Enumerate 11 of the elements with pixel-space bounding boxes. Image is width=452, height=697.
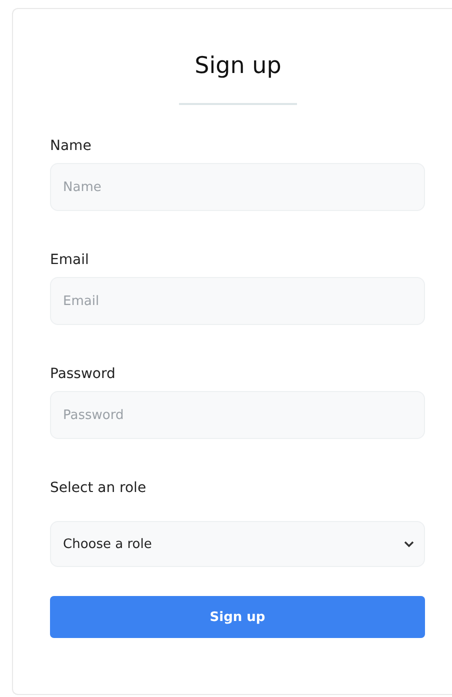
input-field[interactable]: Name [50,163,425,211]
field-label: Name [50,137,92,155]
input-field[interactable]: Password [50,391,425,439]
field-label: Password [50,365,116,383]
chevron-down-icon [404,540,414,548]
role-select[interactable]: Choose a role [50,521,425,567]
form-title: Sign up [194,52,282,81]
field-label: Email [50,251,89,269]
signup-button[interactable]: Sign up [50,596,425,638]
field-label: Select an role [50,479,146,497]
input-field[interactable]: Email [50,277,425,325]
